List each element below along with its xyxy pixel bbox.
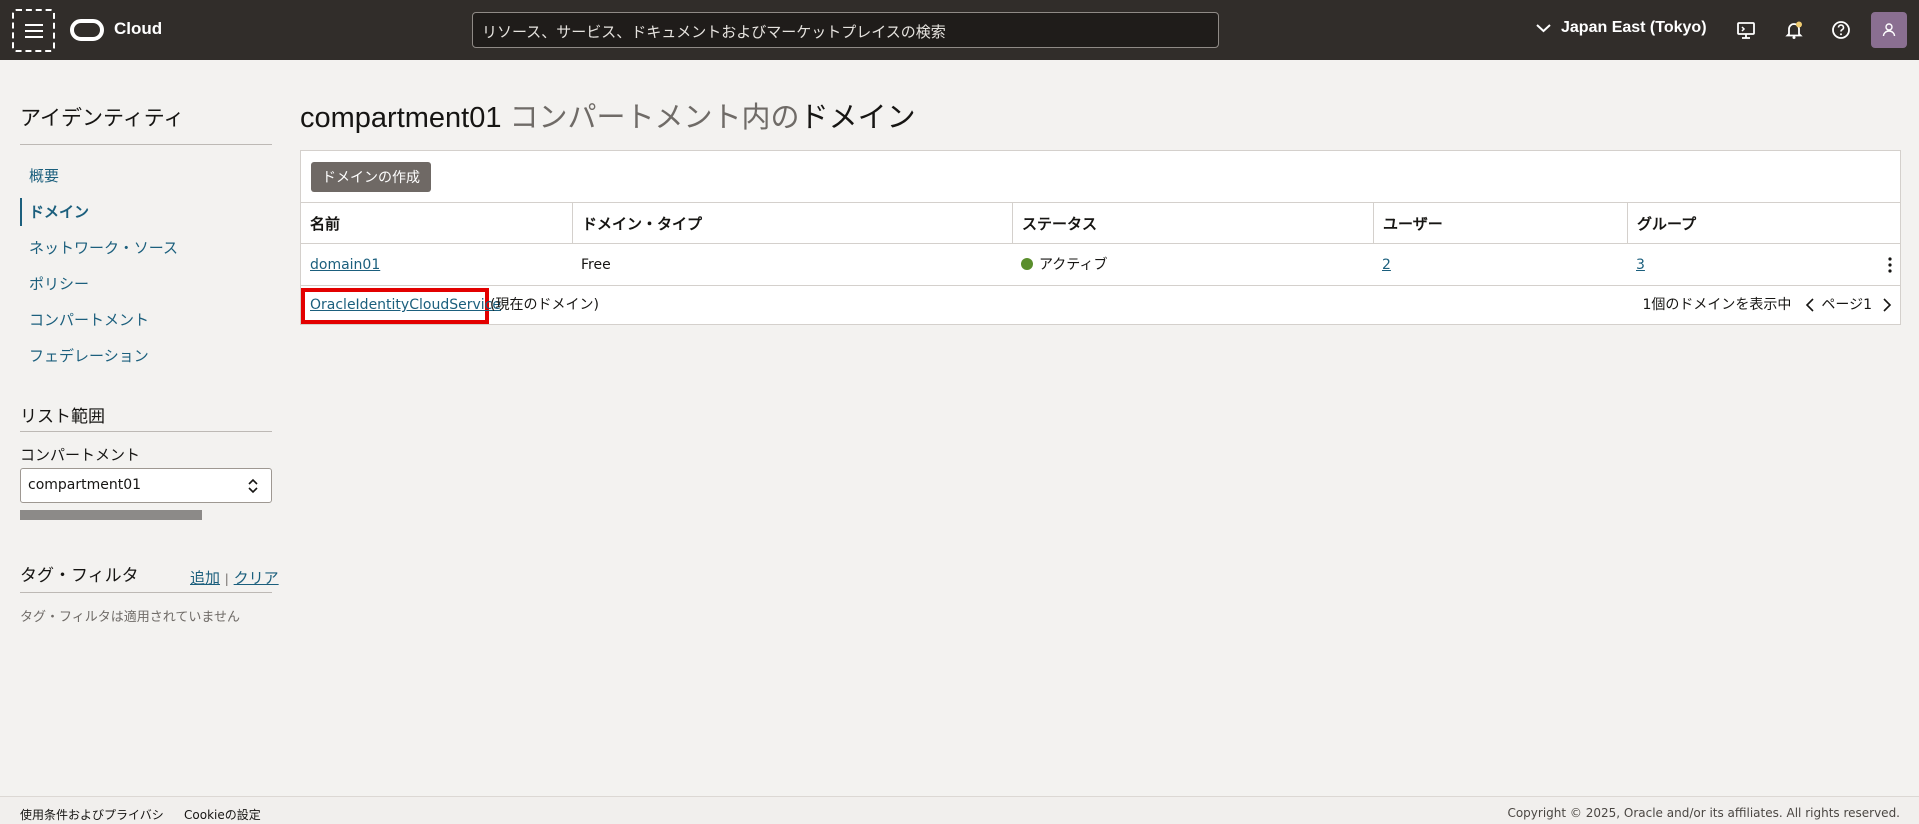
create-domain-button[interactable]: ドメインの作成 <box>311 162 431 192</box>
domains-table-panel: ドメインの作成 名前 ドメイン・タイプ ステータス ユーザー グループ doma… <box>300 150 1901 325</box>
table-cell-status: アクティブ <box>1012 245 1107 285</box>
sidebar-title: アイデンティティ <box>20 106 185 130</box>
sidebar-item-federation[interactable]: フェデレーション <box>20 342 272 370</box>
region-label: Japan East (Tokyo) <box>1561 19 1707 36</box>
current-domain-row: OracleIdentityCloudService (現在のドメイン) <box>301 286 701 324</box>
divider <box>20 592 272 593</box>
user-icon <box>1882 23 1896 37</box>
pagination-summary: 1個のドメインを表示中 <box>1642 297 1792 313</box>
tag-separator: | <box>224 572 229 586</box>
row-actions-kebab-icon[interactable] <box>1888 256 1892 274</box>
copyright-text: Copyright © 2025, Oracle and/or its affi… <box>1507 806 1900 820</box>
divider <box>20 144 272 145</box>
tag-filter-actions: 追加 | クリア <box>190 567 279 588</box>
column-header-groups[interactable]: グループ <box>1627 202 1900 244</box>
cookie-settings-link[interactable]: Cookieの設定 <box>184 806 261 823</box>
status-label: アクティブ <box>1039 257 1108 273</box>
chevron-left-icon[interactable] <box>1805 297 1815 313</box>
table-cell-users: 2 <box>1373 245 1391 285</box>
list-scope-heading: リスト範囲 <box>20 407 105 427</box>
domain-link[interactable]: domain01 <box>310 257 380 273</box>
tag-add-link[interactable]: 追加 <box>190 569 220 587</box>
cloud-shell-icon[interactable] <box>1736 20 1756 40</box>
current-domain-note: (現在のドメイン) <box>490 297 599 313</box>
terms-link[interactable]: 使用条件およびプライバシ <box>20 806 164 823</box>
chevron-right-icon[interactable] <box>1882 297 1892 313</box>
groups-count-link[interactable]: 3 <box>1636 257 1645 273</box>
page-title-compartment: compartment01 <box>300 102 502 134</box>
redacted-path <box>20 510 202 520</box>
pagination: 1個のドメインを表示中 ページ1 <box>1642 286 1892 324</box>
table-cell-groups: 3 <box>1627 245 1645 285</box>
divider <box>20 431 272 432</box>
page-title-end: ドメイン <box>799 102 916 134</box>
current-domain-link[interactable]: OracleIdentityCloudService <box>310 286 501 324</box>
table-cell-name: domain01 <box>301 245 380 285</box>
menu-icon <box>24 23 43 38</box>
tag-filter-heading: タグ・フィルタ <box>20 566 139 586</box>
sidebar-item-overview[interactable]: 概要 <box>20 162 272 190</box>
hamburger-menu-button[interactable] <box>12 9 55 52</box>
column-header-users[interactable]: ユーザー <box>1373 202 1627 244</box>
region-selector[interactable]: Japan East (Tokyo) <box>1536 19 1707 37</box>
tag-clear-link[interactable]: クリア <box>234 569 279 587</box>
tag-filter-empty-text: タグ・フィルタは適用されていません <box>20 610 240 625</box>
column-header-status[interactable]: ステータス <box>1012 202 1373 244</box>
help-icon[interactable] <box>1831 20 1851 40</box>
sidebar-item-domains[interactable]: ドメイン <box>20 198 272 226</box>
oracle-logo[interactable] <box>70 19 104 41</box>
compartment-label: コンパートメント <box>20 446 141 464</box>
page-title: compartment01 コンパートメント内のドメイン <box>300 94 916 136</box>
page-title-middle: コンパートメント内の <box>501 102 800 134</box>
users-count-link[interactable]: 2 <box>1382 257 1391 273</box>
sidebar-item-compartments[interactable]: コンパートメント <box>20 306 272 334</box>
search-input[interactable]: リソース、サービス、ドキュメントおよびマーケットプレイスの検索 <box>472 12 1219 48</box>
column-header-name[interactable]: 名前 <box>301 202 572 244</box>
page-footer: 使用条件およびプライバシ Cookieの設定 Copyright © 2025,… <box>0 796 1919 824</box>
column-header-domain-type[interactable]: ドメイン・タイプ <box>572 202 1012 244</box>
table-cell-domain-type: Free <box>581 257 611 273</box>
sidebar-item-policies[interactable]: ポリシー <box>20 270 272 298</box>
page-label: ページ1 <box>1821 297 1872 313</box>
notification-bell-icon[interactable] <box>1784 20 1804 40</box>
compartment-select-value: compartment01 <box>28 477 142 493</box>
chevron-down-icon <box>1536 24 1551 33</box>
brand-name: Cloud <box>114 19 163 38</box>
compartment-select[interactable]: compartment01 <box>20 468 272 503</box>
sidebar-item-network-sources[interactable]: ネットワーク・ソース <box>20 234 272 262</box>
user-avatar-button[interactable] <box>1871 12 1907 48</box>
status-active-icon <box>1021 257 1033 270</box>
chevron-up-down-icon <box>248 478 258 494</box>
top-header: Cloud リソース、サービス、ドキュメントおよびマーケットプレイスの検索 Ja… <box>0 0 1919 60</box>
